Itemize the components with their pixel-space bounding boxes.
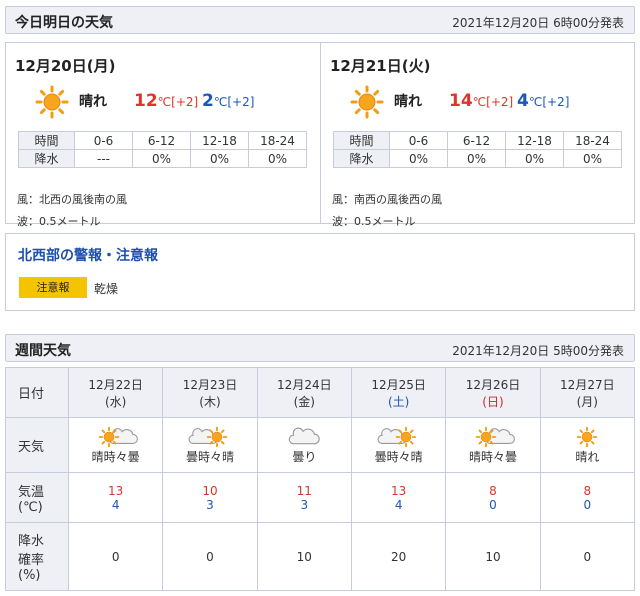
weekly-date-cell: 12月26日 (日): [445, 367, 541, 418]
weekly-date-cell: 12月24日 (金): [256, 367, 352, 418]
weekly-temp-row: 気温 (℃) 13 4 10 3 11 3 13 4 80 80: [5, 472, 636, 523]
weekly-rain-cell: 0: [162, 522, 258, 591]
weekly-date-cell: 12月22日 (水): [67, 367, 164, 418]
weekly-rain-cell: 10: [445, 522, 541, 591]
weekly-temp-cell: 80: [539, 472, 636, 523]
warnings-panel: 北西部の警報・注意報 注意報 乾燥: [5, 233, 635, 311]
rain-row-label: 降水: [18, 149, 75, 168]
weekly-rain-cell: 10: [256, 522, 352, 591]
weekly-weather-cell: 曇時々晴: [350, 417, 447, 473]
sun-icon: [350, 85, 384, 119]
wind-text: 風：北西の風後南の風: [17, 193, 127, 206]
weekly-title: 週間天気: [15, 343, 71, 359]
weekly-weather-cell: 曇時々晴: [162, 417, 258, 473]
high-temp: 12℃[+2]: [134, 91, 199, 111]
weekly-temp-cell: 11 3: [256, 472, 352, 523]
rain-cell: 0%: [190, 149, 249, 168]
warning-badge: 注意報: [19, 277, 87, 298]
weekly-rain-cell: 0: [539, 522, 636, 591]
day-card-tomorrow: 12月21日(火) 晴れ 14℃[+2] 4℃[+2] 時間 0-6 6-12 …: [321, 43, 635, 228]
rain-col-header: 18-24: [248, 131, 307, 150]
weekly-temp-cell: 13 4: [350, 472, 447, 523]
today-header: 今日明日の天気 2021年12月20日 6時00分発表: [5, 6, 635, 34]
rain-cell: 0%: [505, 149, 564, 168]
wind-text: 風：南西の風後西の風: [332, 193, 442, 206]
sun-icon: [577, 426, 598, 447]
weekly-temp-cell: 10 3: [162, 472, 258, 523]
rain-cell: 0%: [248, 149, 307, 168]
today-forecast-panel: 12月20日(月) 晴れ 12℃[+2] 2℃[+2] 時間 0-6 6-12 …: [5, 42, 635, 228]
sun-icon: [35, 85, 69, 119]
weekly-date-cell: 12月23日 (木): [162, 367, 258, 418]
wave-text: 波：0.5メートル: [17, 215, 101, 228]
temp-label: 気温 (℃): [5, 472, 69, 523]
rain-cell: 0%: [447, 149, 506, 168]
cloud-sun-icon: [377, 426, 416, 447]
rain-cell: 0%: [389, 149, 448, 168]
rain-col-header: 6-12: [132, 131, 191, 150]
low-temp: 4℃[+2]: [517, 91, 570, 111]
rain-cell: 0%: [563, 149, 622, 168]
rain-row-label: 降水: [333, 149, 390, 168]
rain-col-header: 時間: [333, 131, 390, 150]
weekly-rain-cell: 0: [67, 522, 164, 591]
rain-col-header: 12-18: [190, 131, 249, 150]
weekly-temp-cell: 80: [445, 472, 541, 523]
date-label: 日付: [5, 367, 69, 418]
rain-table: 時間 0-6 6-12 12-18 18-24 降水 --- 0% 0% 0%: [18, 131, 307, 168]
warning-item: 乾燥: [94, 282, 119, 296]
cloud-sun-icon: [188, 426, 228, 447]
weather-label: 天気: [5, 417, 69, 473]
rain-col-header: 0-6: [389, 131, 448, 150]
today-title: 今日明日の天気: [15, 15, 113, 31]
weekly-header: 週間天気 2021年12月20日 5時00分発表: [5, 334, 635, 362]
weekly-date-cell: 12月27日 (月): [539, 367, 636, 418]
rain-label: 降水 確率 (%): [5, 522, 69, 591]
sun-cloud-icon: [475, 426, 515, 447]
rain-col-header: 6-12: [447, 131, 506, 150]
weather-text: 晴れ: [394, 94, 422, 110]
weekly-weather-cell: 晴時々曇: [445, 417, 541, 473]
weekly-date-row: 日付 12月22日 (水) 12月23日 (木) 12月24日 (金) 12月25日(…: [5, 367, 636, 418]
wave-text: 波：0.5メートル: [332, 215, 416, 228]
weekly-weather-row: 天気 晴時々曇 曇時々晴 曇り 曇時々晴 晴時々曇 晴れ: [5, 417, 636, 473]
rain-col-header: 時間: [18, 131, 75, 150]
weekly-table: 日付 12月22日 (水) 12月23日 (木) 12月24日 (金) 12月25日(…: [5, 367, 636, 591]
rain-cell: ---: [74, 149, 133, 168]
weekly-weather-cell: 晴れ: [539, 417, 636, 473]
rain-col-header: 18-24: [563, 131, 622, 150]
high-temp: 14℃[+2]: [449, 91, 514, 111]
rain-table: 時間 0-6 6-12 12-18 18-24 降水 0% 0% 0% 0%: [333, 131, 622, 168]
rain-cell: 0%: [132, 149, 191, 168]
day-date: 12月20日(月): [15, 57, 116, 75]
today-issued: 2021年12月20日 6時00分発表: [452, 16, 624, 30]
weekly-date-cell: 12月25日 (土): [350, 367, 447, 418]
day-date: 12月21日(火): [330, 57, 431, 75]
low-temp: 2℃[+2]: [202, 91, 255, 111]
weekly-rain-row: 降水 確率 (%) 0 0 10 20 10 0: [5, 522, 636, 591]
day-card-today: 12月20日(月) 晴れ 12℃[+2] 2℃[+2] 時間 0-6 6-12 …: [6, 43, 321, 228]
cloud-icon: [289, 427, 321, 444]
weekly-weather-cell: 曇り: [256, 417, 352, 473]
weekly-temp-cell: 13 4: [67, 472, 164, 523]
rain-col-header: 0-6: [74, 131, 133, 150]
sun-cloud-icon: [98, 426, 138, 447]
warnings-title-link[interactable]: 北西部の警報・注意報: [18, 245, 158, 265]
weekly-issued: 2021年12月20日 5時00分発表: [452, 344, 624, 358]
weather-text: 晴れ: [79, 94, 107, 110]
weekly-weather-cell: 晴時々曇: [67, 417, 164, 473]
rain-col-header: 12-18: [505, 131, 564, 150]
weekly-rain-cell: 20: [350, 522, 447, 591]
